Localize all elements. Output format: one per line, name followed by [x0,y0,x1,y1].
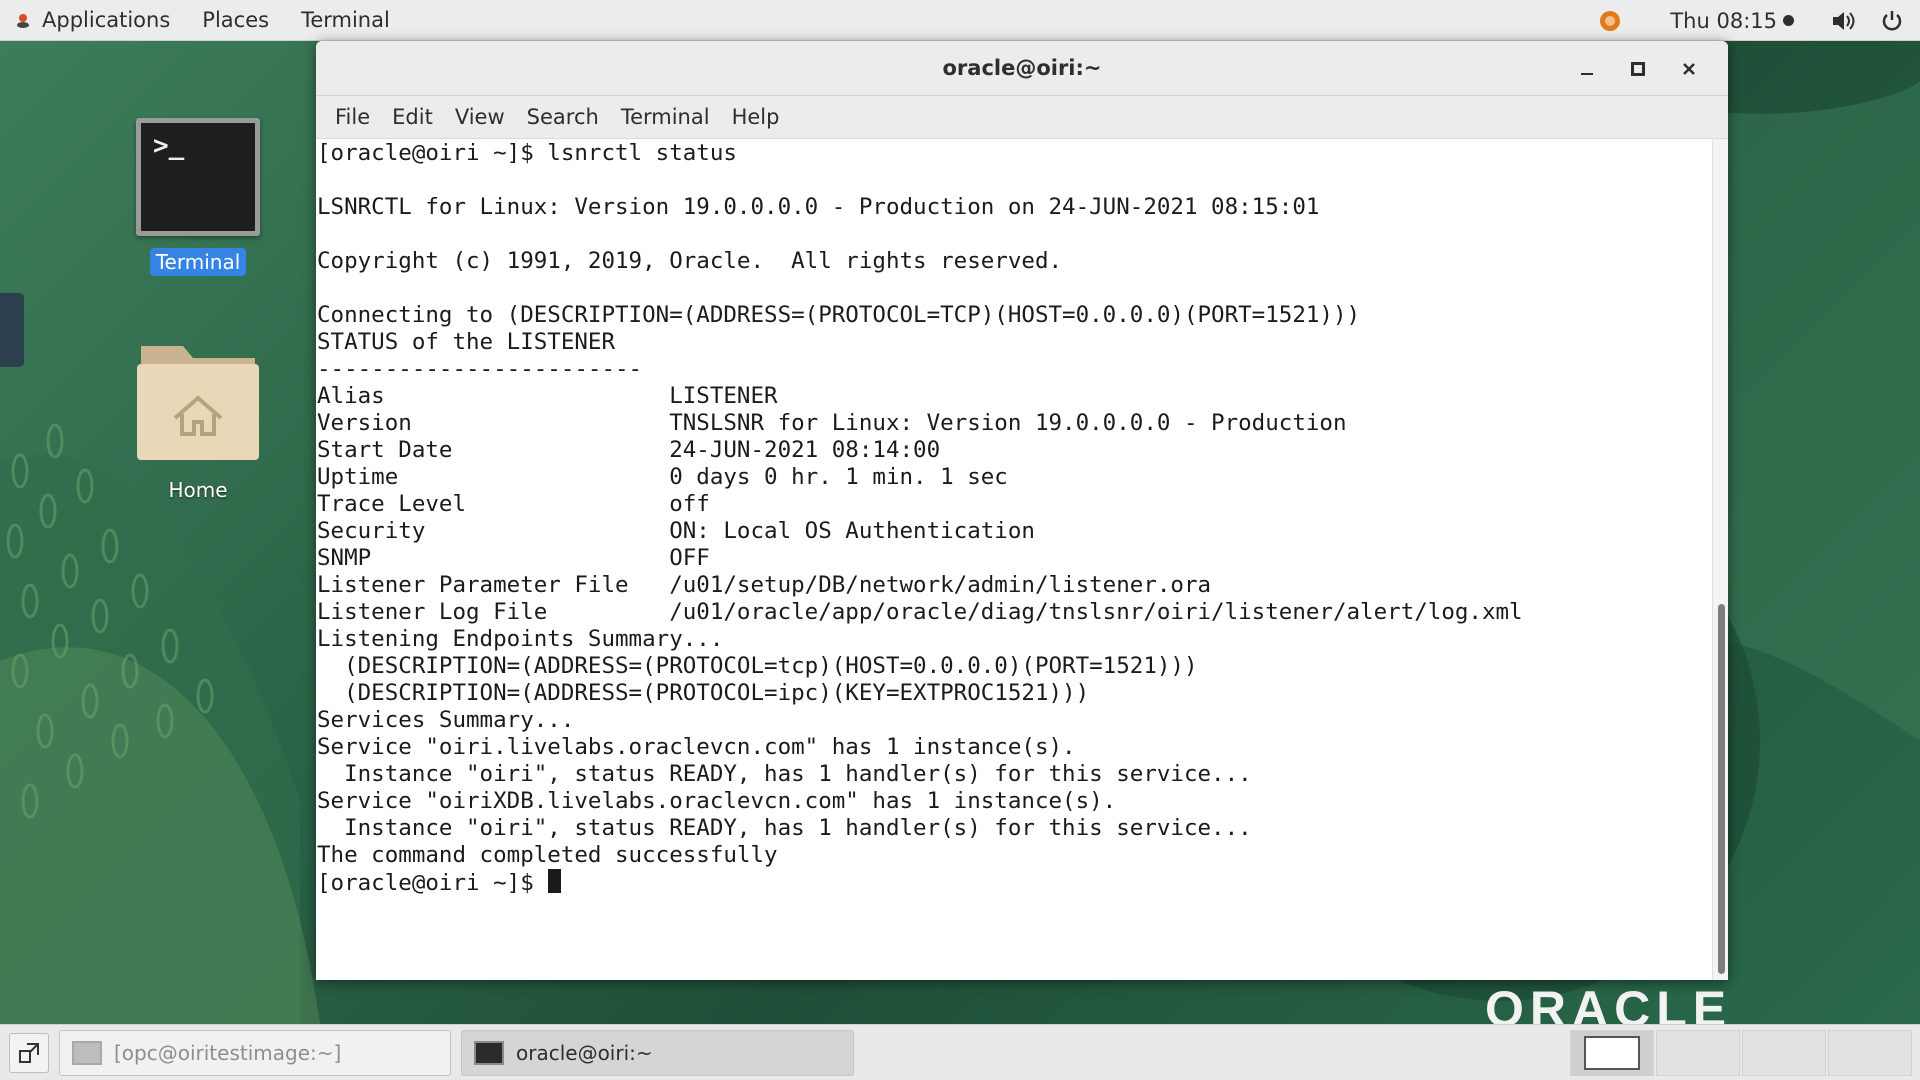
oracle-watermark: ORACLE [1485,981,1732,1024]
terminal-line: (DESCRIPTION=(ADDRESS=(PROTOCOL=tcp)(HOS… [344,653,1198,679]
applications-menu[interactable]: Applications [26,0,186,41]
minimize-button[interactable] [1561,49,1612,89]
terminal-line: ------------------------ [317,356,643,382]
terminal-line: SNMP OFF [317,545,710,571]
top-panel: Applications Places Terminal Thu 08:15 [0,0,1920,41]
terminal-line: STATUS of the LISTENER [317,329,616,355]
terminal-line: Service "oiri.livelabs.oraclevcn.com" ha… [317,734,1076,760]
terminal-line: [oracle@oiri ~]$ lsnrctl status [317,140,737,166]
terminal-line: The command completed successfully [317,842,778,868]
close-button[interactable] [1663,49,1714,89]
window-titlebar[interactable]: oracle@oiri:~ [316,41,1728,96]
workspace-3[interactable] [1742,1030,1826,1076]
show-desktop-button[interactable] [9,1032,49,1073]
status-emblem-icon[interactable] [1596,7,1624,35]
volume-icon[interactable] [1830,7,1858,35]
taskbar-item[interactable]: [opc@oiritestimage:~] [59,1029,451,1076]
terminal-icon [72,1040,102,1065]
maximize-button[interactable] [1612,49,1663,89]
system-tray: Thu 08:15 [1586,0,1920,41]
desktop-icon-label: Home [168,478,228,502]
show-desktop-icon [19,1042,39,1063]
terminal-window[interactable]: oracle@oiri:~ File Edit View Search Term… [316,41,1728,980]
text-cursor [548,869,562,893]
close-icon [1682,62,1695,75]
terminal-line: Copyright (c) 1991, 2019, Oracle. All ri… [317,248,1063,274]
terminal-line: (DESCRIPTION=(ADDRESS=(PROTOCOL=ipc)(KEY… [344,680,1090,706]
notification-dot-icon [1783,15,1794,26]
scrollbar-thumb[interactable] [1718,604,1725,974]
menu-help[interactable]: Help [721,105,791,129]
menu-edit[interactable]: Edit [381,105,444,129]
window-title: oracle@oiri:~ [942,56,1102,80]
terminal-line: Instance "oiri", status READY, has 1 han… [344,761,1252,787]
clock[interactable]: Thu 08:15 [1658,9,1806,33]
home-folder-icon [137,346,259,460]
desktop-icon-label: Terminal [149,248,247,276]
workspace-switcher [1570,1030,1912,1076]
desktop-icon-home[interactable]: Home [118,336,278,504]
workspace-2[interactable] [1656,1030,1740,1076]
terminal-line: Listener Parameter File /u01/setup/DB/ne… [317,572,1212,598]
terminal-scrollbar[interactable] [1712,139,1728,980]
workspace-1[interactable] [1570,1030,1654,1076]
minimize-icon [1580,72,1593,75]
clock-text: Thu 08:15 [1670,8,1777,33]
terminal-line: Alias LISTENER [317,383,778,409]
taskbar-item-label: [opc@oiritestimage:~] [114,1040,342,1065]
workspace-4[interactable] [1828,1030,1912,1076]
maximize-icon [1630,61,1645,76]
terminal-app-menu[interactable]: Terminal [285,0,406,41]
taskbar-item-active[interactable]: oracle@oiri:~ [461,1029,854,1076]
terminal-menubar: File Edit View Search Terminal Help [316,96,1728,139]
terminal-line: Listener Log File /u01/oracle/app/oracle… [317,599,1523,625]
window-controls [1561,41,1714,96]
terminal-line: LSNRCTL for Linux: Version 19.0.0.0.0 - … [317,194,1320,220]
terminal-icon [474,1040,504,1065]
desktop-icon-terminal[interactable]: >_ Terminal [118,118,278,276]
terminal-text: [oracle@oiri ~]$ lsnrctl status LSNRCTL … [317,140,1712,897]
terminal-line: Security ON: Local OS Authentication [317,518,1035,544]
terminal-line: Version TNSLSNR for Linux: Version 19.0.… [317,410,1347,436]
terminal-prompt: [oracle@oiri ~]$ [317,870,548,896]
terminal-line: Instance "oiri", status READY, has 1 han… [344,815,1252,841]
menu-file[interactable]: File [324,105,381,129]
terminal-output[interactable]: [oracle@oiri ~]$ lsnrctl status LSNRCTL … [316,139,1712,980]
top-menu: Applications Places Terminal [0,0,406,41]
places-menu[interactable]: Places [186,0,285,41]
bottom-panel: [opc@oiritestimage:~] oracle@oiri:~ [0,1024,1920,1080]
terminal-line: Start Date 24-JUN-2021 08:14:00 [317,437,941,463]
menu-terminal[interactable]: Terminal [610,105,721,129]
menu-view[interactable]: View [444,105,516,129]
terminal-line: Uptime 0 days 0 hr. 1 min. 1 sec [317,464,1008,490]
power-icon[interactable] [1878,7,1906,35]
terminal-line: Connecting to (DESCRIPTION=(ADDRESS=(PRO… [317,302,1361,328]
terminal-line: Services Summary... [317,707,575,733]
terminal-line: Listening Endpoints Summary... [317,626,724,652]
taskbar-item-label: oracle@oiri:~ [516,1040,653,1065]
terminal-line: Trace Level off [317,491,710,517]
terminal-icon: >_ [136,118,260,236]
menu-search[interactable]: Search [516,105,610,129]
terminal-line: Service "oiriXDB.livelabs.oraclevcn.com"… [317,788,1117,814]
side-panel-handle[interactable] [0,293,24,367]
